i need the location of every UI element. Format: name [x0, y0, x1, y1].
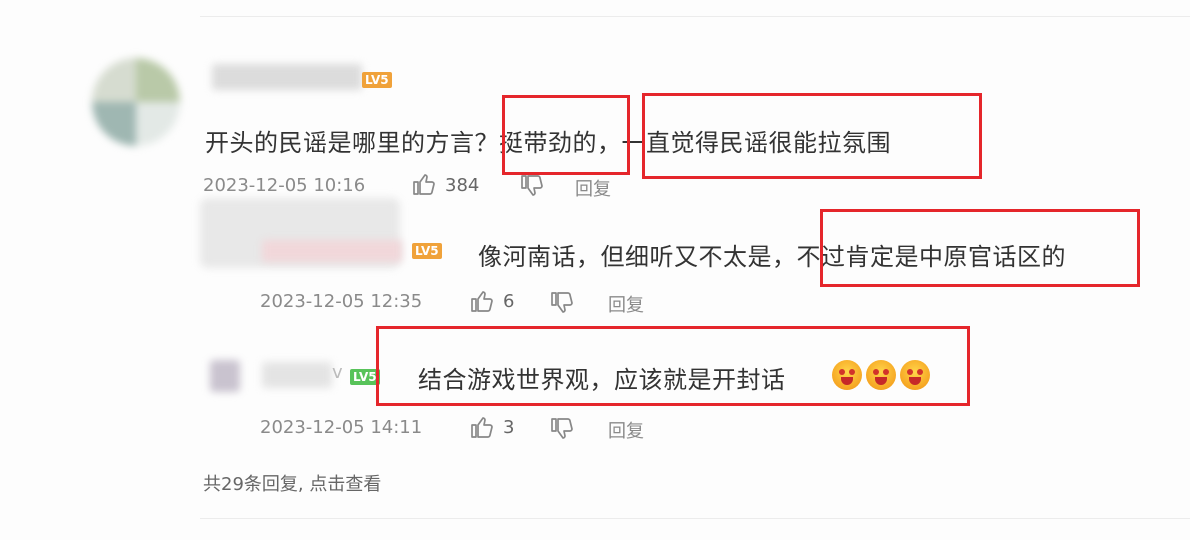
highlight-box: [376, 326, 970, 406]
reply-timestamp: 2023-12-05 14:11: [260, 417, 423, 438]
username[interactable]: [262, 240, 402, 262]
thumbs-down-icon[interactable]: [520, 174, 544, 198]
reply-timestamp: 2023-12-05 12:35: [260, 291, 423, 312]
reply-button[interactable]: 回复: [608, 417, 644, 443]
thumbs-down-icon[interactable]: [550, 417, 574, 441]
reply-button[interactable]: 回复: [608, 291, 644, 317]
like-count: 3: [503, 417, 515, 438]
comment-thread: LV5 开头的民谣是哪里的方言？挺带劲的，一直觉得民谣很能拉氛围 2023-12…: [0, 0, 1190, 540]
comment-timestamp: 2023-12-05 10:16: [203, 175, 366, 196]
view-replies-link[interactable]: 共29条回复, 点击查看: [203, 470, 381, 496]
highlight-box: [820, 209, 1140, 287]
highlight-box: [642, 93, 982, 179]
level-badge: LV5: [362, 72, 392, 88]
username[interactable]: [262, 362, 332, 388]
highlight-box: [502, 95, 630, 175]
thumbs-down-icon[interactable]: [550, 291, 574, 315]
reply-button[interactable]: 回复: [575, 175, 611, 201]
thumbs-up-icon[interactable]: [412, 172, 436, 196]
like-count: 6: [503, 291, 515, 312]
avatar[interactable]: [92, 58, 180, 146]
divider: [200, 518, 1190, 519]
username[interactable]: [212, 64, 362, 90]
thumbs-up-icon[interactable]: [470, 289, 494, 313]
thumbs-up-icon[interactable]: [470, 415, 494, 439]
username-suffix: v: [332, 362, 343, 383]
avatar[interactable]: [210, 360, 240, 392]
divider: [200, 16, 1190, 17]
like-count: 384: [445, 175, 480, 196]
level-badge: LV5: [412, 243, 442, 259]
